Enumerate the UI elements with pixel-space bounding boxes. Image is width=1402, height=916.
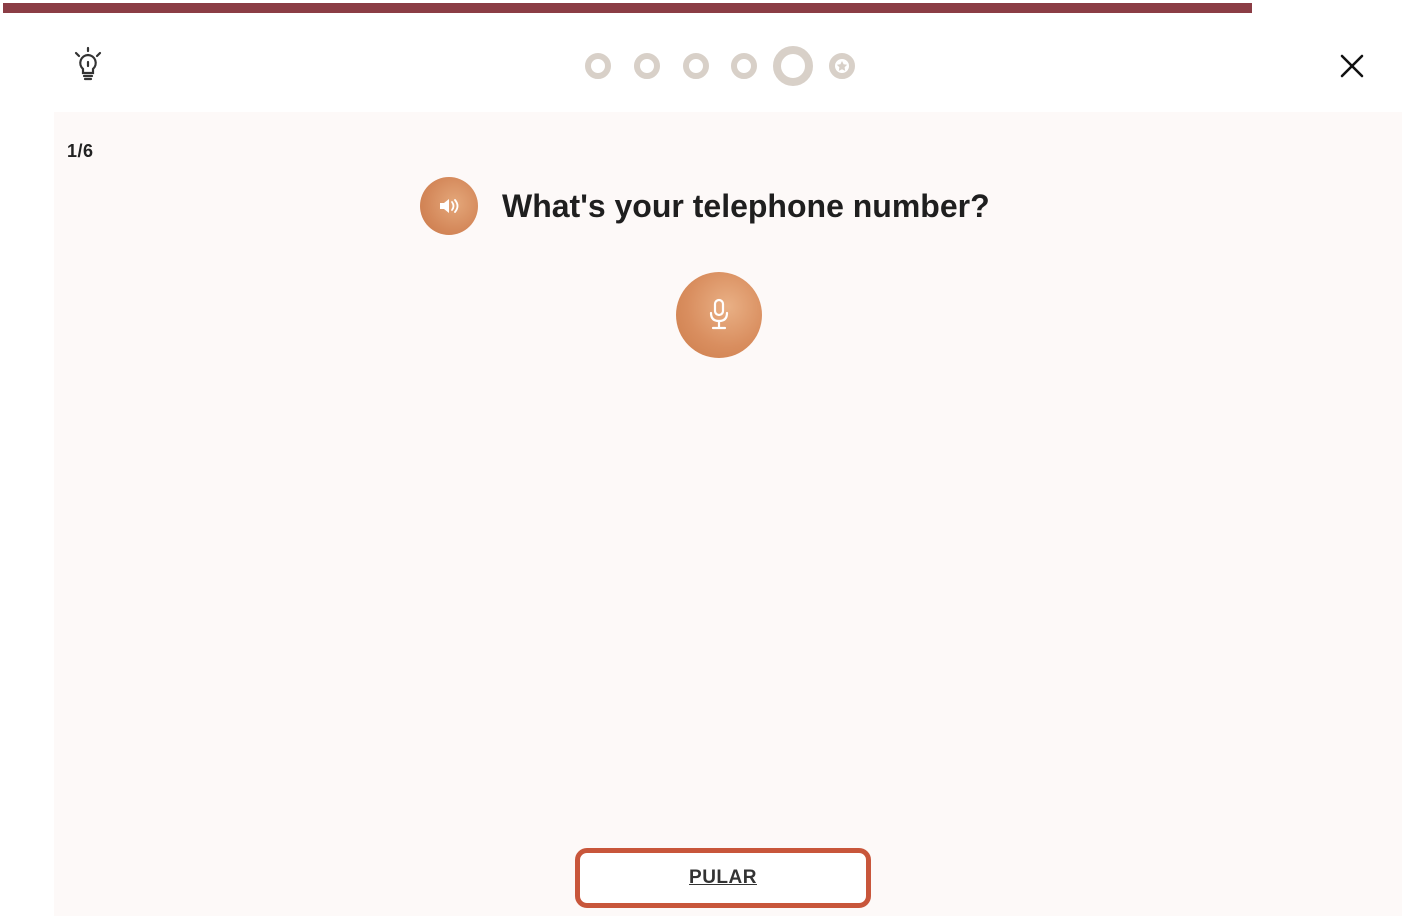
question-text: What's your telephone number? [502,187,990,224]
lightbulb-icon[interactable] [70,45,106,85]
top-accent-bar [3,3,1252,13]
exercise-counter: 1/6 [67,141,94,161]
skip-button[interactable]: PULAR [580,853,866,903]
question-row: What's your telephone number? [420,176,990,236]
progress-indicator [580,44,860,88]
close-icon[interactable] [1332,46,1372,86]
progress-dot-5-current [773,46,813,86]
progress-dot-3 [683,53,709,79]
progress-dot-4 [731,53,757,79]
star-icon [836,61,848,71]
record-button[interactable] [676,272,762,358]
play-audio-button[interactable] [420,177,478,235]
progress-dot-1 [585,53,611,79]
skip-button-highlight: PULAR [575,848,871,908]
exercise-panel: 1/6 What's your telephone number? [54,112,1402,916]
progress-dot-2 [634,53,660,79]
speaker-icon [440,199,459,213]
microphone-icon [709,298,729,330]
